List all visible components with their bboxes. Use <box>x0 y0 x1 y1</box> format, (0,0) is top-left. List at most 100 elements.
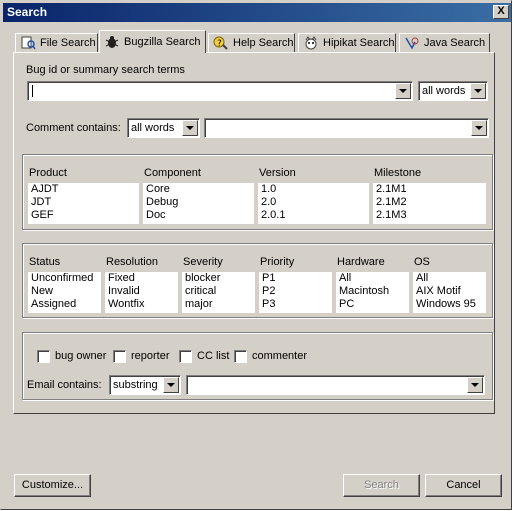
chevron-down-icon[interactable] <box>471 120 487 136</box>
reporter-checkbox[interactable] <box>113 350 126 363</box>
tab-hipikat-search[interactable]: Hipikat Search <box>298 33 396 52</box>
milestone-list[interactable]: 2.1M1 2.1M2 2.1M3 <box>373 183 486 224</box>
list-item[interactable]: Core <box>143 183 254 196</box>
window-title: Search <box>7 5 48 19</box>
list-item[interactable]: major <box>182 298 255 311</box>
help-search-icon: ? <box>213 36 229 50</box>
file-search-icon <box>20 36 36 50</box>
tab-label: Help Search <box>233 37 294 49</box>
list-item[interactable]: P2 <box>259 285 332 298</box>
status-list[interactable]: Unconfirmed New Assigned <box>28 272 101 313</box>
list-item[interactable]: Invalid <box>105 285 178 298</box>
title-bar[interactable]: Search X <box>3 3 511 22</box>
list-item[interactable]: New <box>28 285 101 298</box>
list-item[interactable]: Wontfix <box>105 298 178 311</box>
cc-list-label: CC list <box>197 350 230 362</box>
list-item[interactable]: 2.0 <box>258 196 369 209</box>
chevron-down-icon[interactable] <box>467 377 483 393</box>
list-item[interactable]: Fixed <box>105 272 178 285</box>
product-filter-group: Product AJDT JDT GEF Component Core Debu… <box>22 154 493 230</box>
comment-input[interactable] <box>204 118 489 138</box>
commenter-checkbox[interactable] <box>234 350 247 363</box>
email-mode-select[interactable]: substring <box>109 375 181 395</box>
list-item[interactable]: AIX Motif <box>413 285 486 298</box>
component-list[interactable]: Core Debug Doc <box>143 183 254 224</box>
list-item[interactable]: critical <box>182 285 255 298</box>
list-item[interactable]: P1 <box>259 272 332 285</box>
bug-owner-checkbox[interactable] <box>37 350 50 363</box>
list-item[interactable]: blocker <box>182 272 255 285</box>
comment-mode-value: all words <box>131 122 175 134</box>
hardware-list[interactable]: All Macintosh PC <box>336 272 409 313</box>
list-item[interactable]: 1.0 <box>258 183 369 196</box>
list-item[interactable]: 2.1M1 <box>373 183 486 196</box>
tab-label: File Search <box>40 37 96 49</box>
list-item[interactable]: Macintosh <box>336 285 409 298</box>
resolution-list[interactable]: Fixed Invalid Wontfix <box>105 272 178 313</box>
list-item[interactable]: Doc <box>143 209 254 222</box>
customize-button[interactable]: Customize... <box>14 474 91 497</box>
hipikat-icon <box>303 36 319 50</box>
list-item[interactable]: 2.0.1 <box>258 209 369 222</box>
severity-list[interactable]: blocker critical major <box>182 272 255 313</box>
search-button[interactable]: Search <box>343 474 420 497</box>
status-header: Status <box>29 256 61 268</box>
priority-list[interactable]: P1 P2 P3 <box>259 272 332 313</box>
text-caret <box>32 85 33 97</box>
list-item[interactable]: GEF <box>28 209 139 222</box>
os-list[interactable]: All AIX Motif Windows 95 <box>413 272 486 313</box>
chevron-down-icon[interactable] <box>182 120 198 136</box>
tab-label: Java Search <box>424 37 486 49</box>
chevron-down-icon[interactable] <box>470 83 486 99</box>
search-terms-input[interactable] <box>27 81 413 101</box>
search-terms-mode-select[interactable]: all words <box>418 81 488 101</box>
status-filter-group: Status Unconfirmed New Assigned Resoluti… <box>22 243 493 318</box>
svg-text:?: ? <box>217 39 222 49</box>
email-input[interactable] <box>186 375 485 395</box>
search-terms-mode-value: all words <box>422 85 466 97</box>
chevron-down-icon[interactable] <box>163 377 179 393</box>
bugzilla-search-panel: Bug id or summary search terms all words… <box>13 52 495 414</box>
version-list[interactable]: 1.0 2.0 2.0.1 <box>258 183 369 224</box>
list-item[interactable]: P3 <box>259 298 332 311</box>
search-terms-label: Bug id or summary search terms <box>26 64 185 76</box>
bug-icon <box>104 35 120 49</box>
product-header: Product <box>29 167 67 179</box>
reporter-label: reporter <box>131 350 170 362</box>
list-item[interactable]: PC <box>336 298 409 311</box>
search-dialog: Search X File Search Bugzilla Search ? H… <box>0 0 512 510</box>
close-button[interactable]: X <box>493 5 509 19</box>
bug-owner-label: bug owner <box>55 350 107 362</box>
priority-header: Priority <box>260 256 295 268</box>
list-item[interactable]: 2.1M2 <box>373 196 486 209</box>
product-list[interactable]: AJDT JDT GEF <box>28 183 139 224</box>
list-item[interactable]: Windows 95 <box>413 298 486 311</box>
hardware-header: Hardware <box>337 256 385 268</box>
list-item[interactable]: Debug <box>143 196 254 209</box>
list-item[interactable]: Unconfirmed <box>28 272 101 285</box>
tab-bugzilla-search[interactable]: Bugzilla Search <box>99 30 206 53</box>
tab-java-search[interactable]: Java Search <box>399 33 490 52</box>
commenter-label: commenter <box>252 350 308 362</box>
comment-mode-select[interactable]: all words <box>127 118 200 138</box>
cc-list-checkbox[interactable] <box>179 350 192 363</box>
cancel-button[interactable]: Cancel <box>425 474 502 497</box>
tab-help-search[interactable]: ? Help Search <box>208 33 295 52</box>
tab-label: Bugzilla Search <box>124 36 201 48</box>
cancel-label: Cancel <box>446 479 481 491</box>
severity-header: Severity <box>183 256 223 268</box>
tab-label: Hipikat Search <box>323 37 395 49</box>
list-item[interactable]: JDT <box>28 196 139 209</box>
resolution-header: Resolution <box>106 256 158 268</box>
chevron-down-icon[interactable] <box>395 83 411 99</box>
os-header: OS <box>414 256 430 268</box>
list-item[interactable]: All <box>413 272 486 285</box>
list-item[interactable]: All <box>336 272 409 285</box>
comment-label: Comment contains: <box>26 122 121 134</box>
component-header: Component <box>144 167 201 179</box>
tab-file-search[interactable]: File Search <box>15 33 98 52</box>
list-item[interactable]: Assigned <box>28 298 101 311</box>
list-item[interactable]: AJDT <box>28 183 139 196</box>
milestone-header: Milestone <box>374 167 422 179</box>
list-item[interactable]: 2.1M3 <box>373 209 486 222</box>
